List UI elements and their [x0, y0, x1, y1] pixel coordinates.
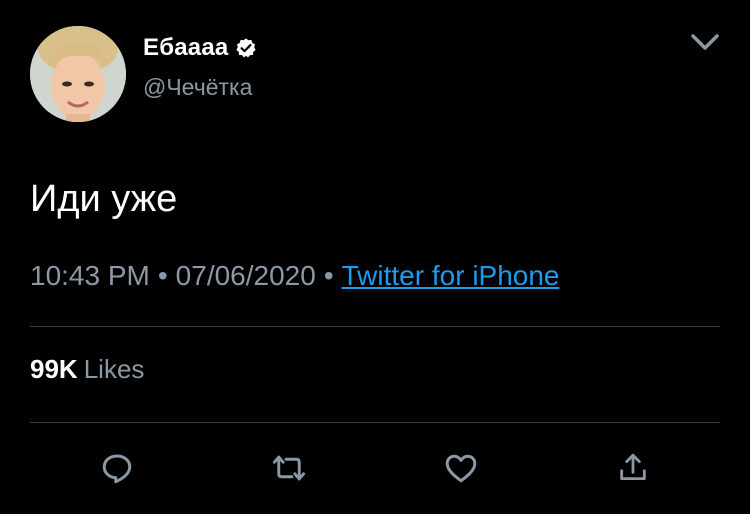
divider — [30, 326, 720, 327]
heart-icon — [445, 454, 477, 483]
meta-separator: • — [157, 260, 168, 291]
tweet-metadata: 10:43 PM • 07/06/2020 • Twitter for iPhone — [30, 256, 560, 296]
likes-count: 99K — [30, 354, 78, 384]
reply-button[interactable] — [97, 448, 137, 488]
retweet-button[interactable] — [269, 448, 309, 488]
verified-badge-icon — [235, 37, 257, 59]
tweet-text: Иди уже — [30, 178, 178, 220]
like-button[interactable] — [441, 448, 481, 488]
divider — [30, 422, 720, 423]
share-icon — [620, 453, 646, 481]
user-name-row[interactable]: Ебаааа — [143, 32, 257, 64]
reply-icon — [102, 454, 132, 484]
likes-label: Likes — [83, 354, 145, 384]
tweet-time: 10:43 PM — [30, 260, 150, 291]
likes-stat[interactable]: 99K Likes — [30, 352, 144, 386]
meta-separator: • — [323, 260, 334, 291]
display-name[interactable]: Ебаааа — [143, 34, 228, 62]
tweet-detail: Ебаааа @Чечётка Иди уже 10:43 PM • 07/06/2… — [0, 0, 750, 514]
more-options-chevron-down-icon[interactable] — [688, 28, 722, 56]
profile-photo — [30, 26, 126, 122]
tweet-source-link[interactable]: Twitter for iPhone — [342, 260, 560, 291]
tweet-date: 07/06/2020 — [175, 260, 316, 291]
share-button[interactable] — [613, 448, 653, 488]
avatar[interactable] — [30, 26, 126, 122]
user-handle[interactable]: @Чечётка — [143, 74, 252, 101]
retweet-icon — [272, 455, 306, 481]
